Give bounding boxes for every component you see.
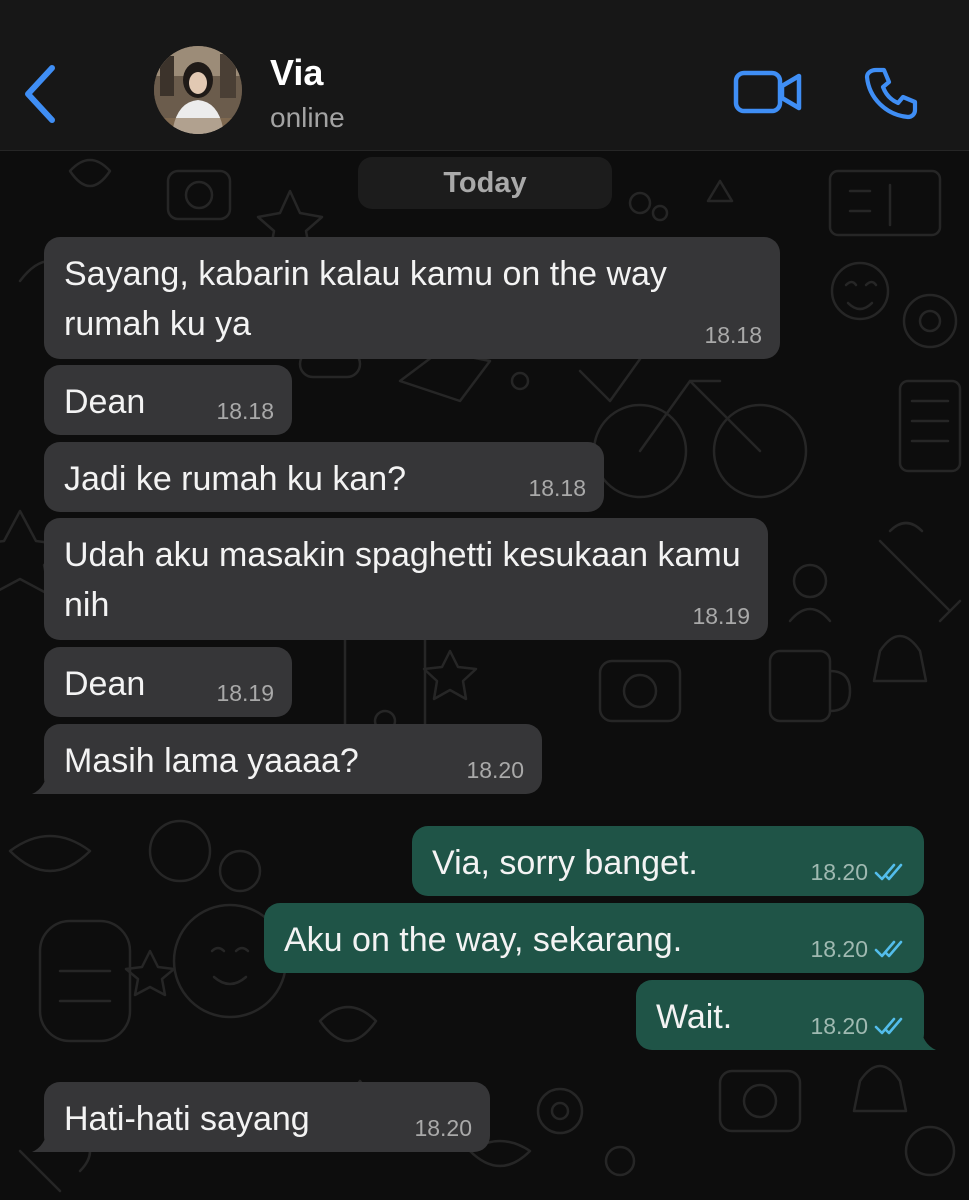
message-meta: 18.20 <box>810 937 906 961</box>
bubble-tail <box>32 768 60 794</box>
message-meta: 18.18 <box>704 323 762 347</box>
message-time: 18.19 <box>692 603 750 629</box>
message-meta: 18.19 <box>216 681 274 705</box>
message-time: 18.20 <box>810 859 868 885</box>
read-receipt-icon <box>874 863 903 881</box>
avatar[interactable] <box>154 46 242 134</box>
message-time: 18.20 <box>414 1115 472 1141</box>
message-meta: 18.20 <box>810 860 906 884</box>
message-meta: 18.20 <box>466 758 524 782</box>
message-text: Udah aku masakin spaghetti kesukaan kamu… <box>64 536 741 624</box>
message-bubble-incoming[interactable]: Udah aku masakin spaghetti kesukaan kamu… <box>44 518 768 640</box>
message-meta: 18.18 <box>528 476 586 500</box>
message-time: 18.20 <box>810 936 868 962</box>
message-bubble-outgoing[interactable]: Aku on the way, sekarang. 18.20 <box>264 903 924 973</box>
message-meta: 18.18 <box>216 399 274 423</box>
message-time: 18.19 <box>216 680 274 706</box>
message-bubble-incoming[interactable]: Hati-hati sayang 18.20 <box>32 1082 490 1152</box>
message-bubble-incoming[interactable]: Jadi ke rumah ku kan? 18.18 <box>44 442 604 512</box>
message-time: 18.20 <box>810 1013 868 1039</box>
message-bubble-outgoing[interactable]: Wait. 18.20 <box>636 980 936 1050</box>
contact-status: online <box>270 102 345 133</box>
message-text: Hati-hati sayang <box>64 1100 310 1138</box>
message-bubble-incoming[interactable]: Dean 18.18 <box>44 365 292 435</box>
message-time: 18.20 <box>466 757 524 783</box>
message-meta: 18.20 <box>810 1014 906 1038</box>
chevron-left-icon <box>25 65 55 123</box>
message-bubble-incoming[interactable]: Dean 18.19 <box>44 647 292 717</box>
message-text: Jadi ke rumah ku kan? <box>64 460 407 498</box>
date-separator: Today <box>358 157 612 209</box>
back-button[interactable] <box>14 58 66 130</box>
message-bubble-incoming[interactable]: Masih lama yaaaa? 18.20 <box>32 724 542 794</box>
bubble-tail <box>908 1024 936 1050</box>
message-text: Sayang, kabarin kalau kamu on the way ru… <box>64 255 667 343</box>
avatar-photo <box>154 46 242 134</box>
message-list[interactable]: Today Sayang, kabarin kalau kamu on the … <box>0 151 969 1200</box>
message-time: 18.18 <box>704 322 762 348</box>
contact-name[interactable]: Via <box>270 52 323 94</box>
message-time: 18.18 <box>528 475 586 501</box>
message-text: Masih lama yaaaa? <box>64 742 359 780</box>
read-receipt-icon <box>874 940 903 958</box>
phone-icon <box>864 67 918 120</box>
video-call-button[interactable] <box>728 62 808 122</box>
bubble-tail <box>32 1126 60 1152</box>
voice-call-button[interactable] <box>856 58 926 128</box>
chat-header: Via online <box>0 0 969 151</box>
message-meta: 18.19 <box>692 604 750 628</box>
message-time: 18.18 <box>216 398 274 424</box>
video-camera-icon <box>733 70 802 114</box>
message-bubble-incoming[interactable]: Sayang, kabarin kalau kamu on the way ru… <box>44 237 780 359</box>
read-receipt-icon <box>874 1017 903 1035</box>
chat-screen: Via online Today Sayang, kabarin kalau k… <box>0 0 969 1200</box>
message-bubble-outgoing[interactable]: Via, sorry banget. 18.20 <box>412 826 924 896</box>
message-meta: 18.20 <box>414 1116 472 1140</box>
